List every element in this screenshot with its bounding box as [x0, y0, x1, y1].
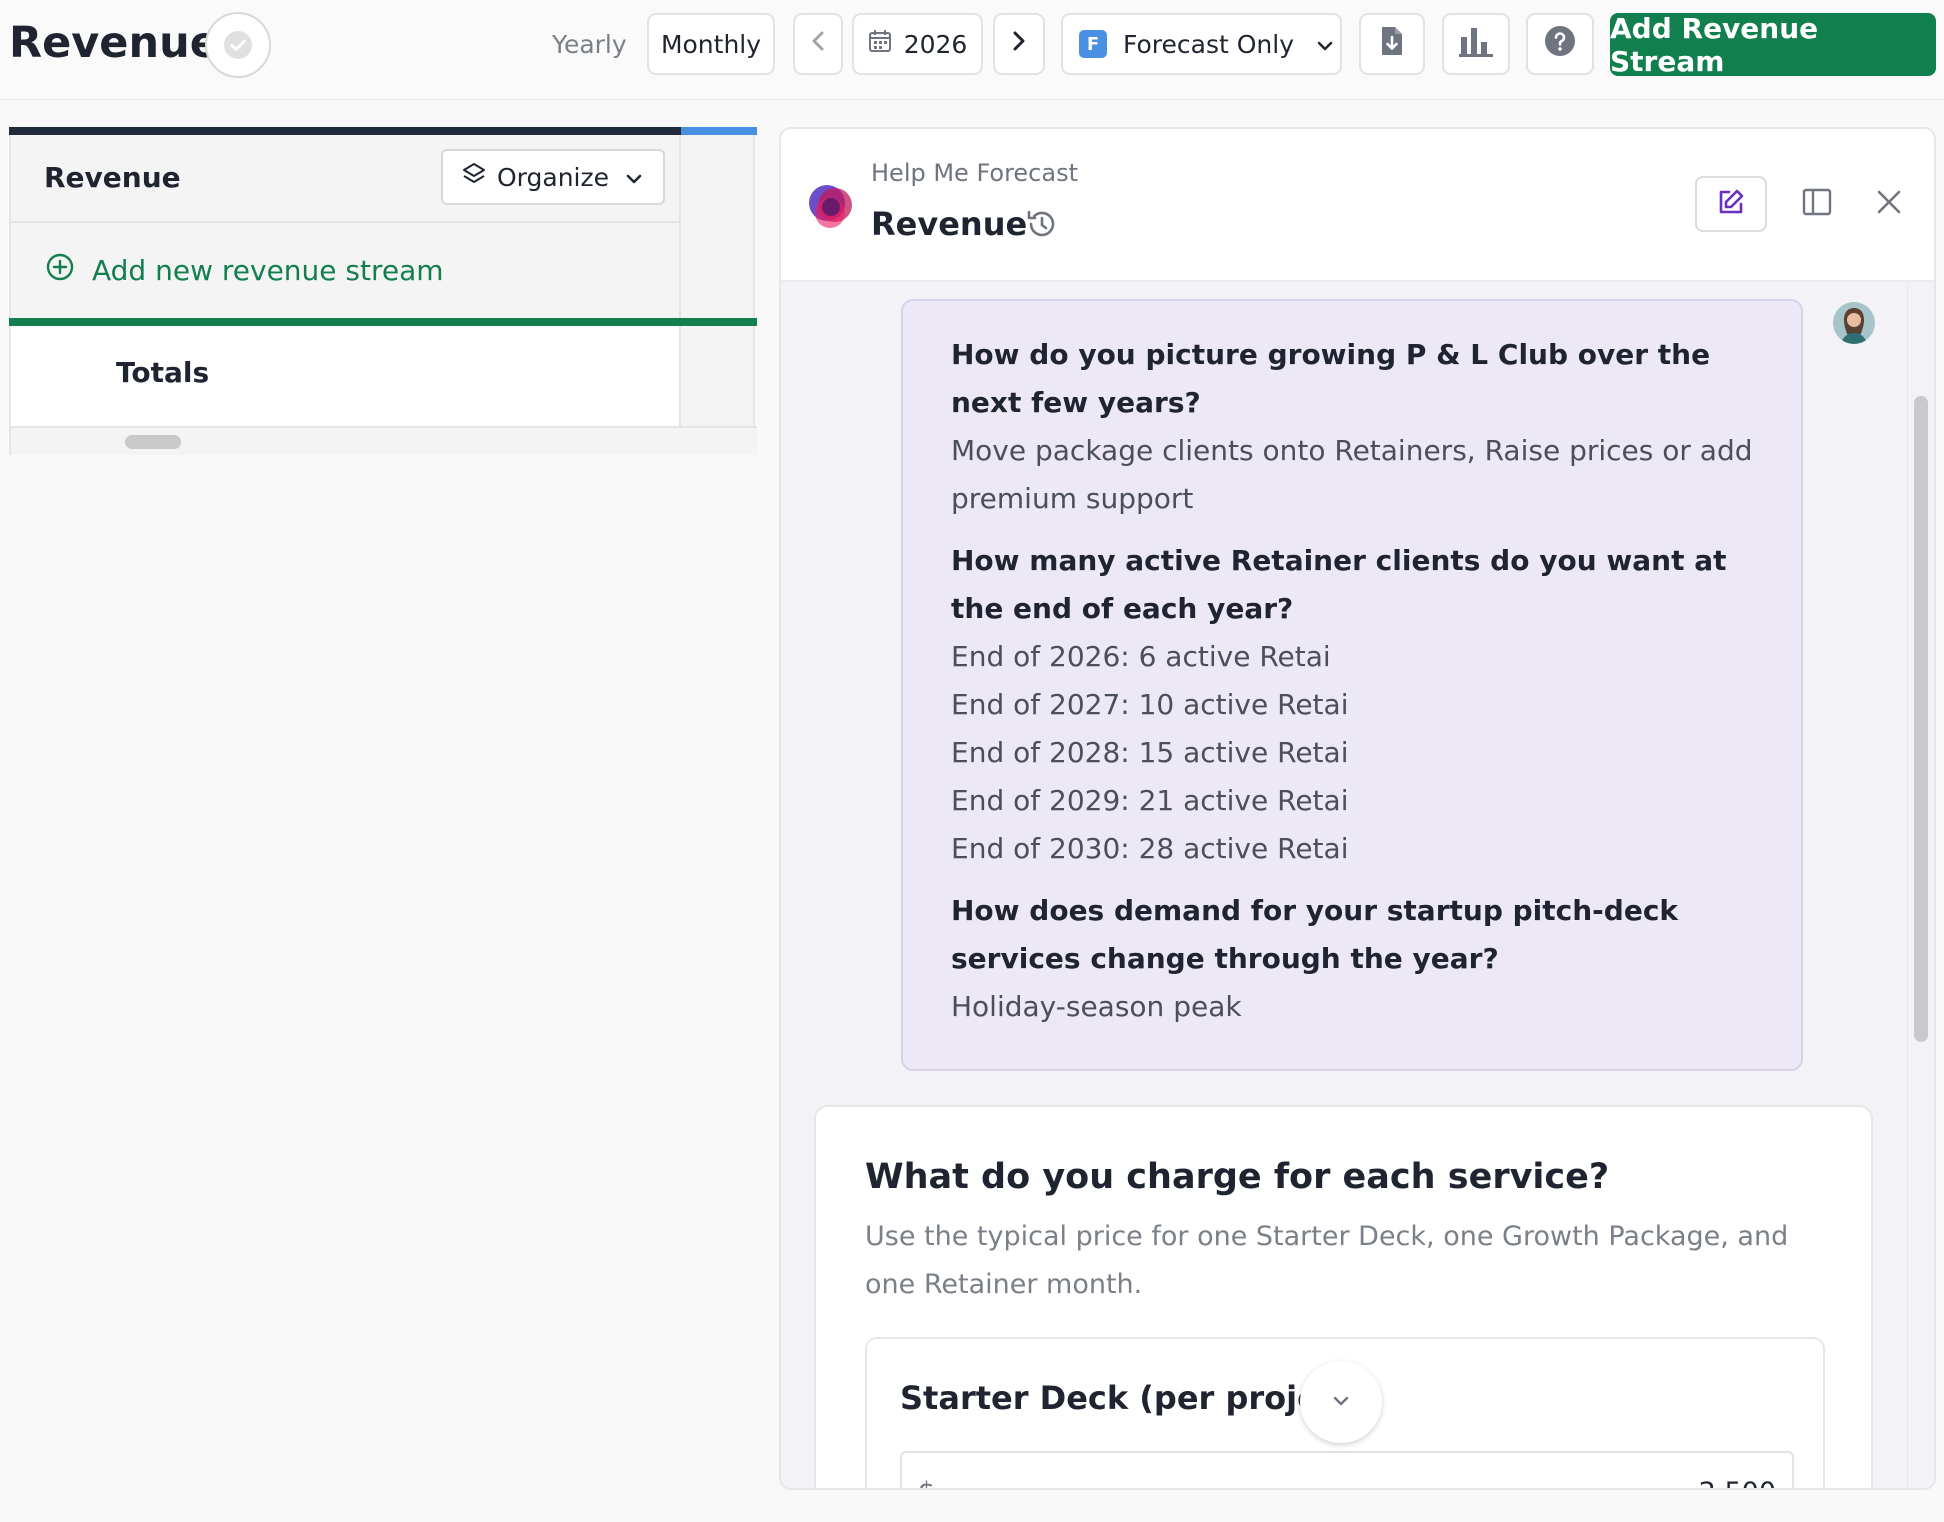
monthly-toggle[interactable]: Monthly	[647, 13, 775, 75]
totals-divider	[9, 318, 757, 326]
edit-icon	[1716, 187, 1746, 221]
horizontal-scrollbar[interactable]	[11, 426, 757, 455]
answer-text: End of 2026: 6 active Retai	[951, 640, 1331, 673]
scenario-label: Forecast Only	[1123, 29, 1294, 59]
chevron-down-icon	[1316, 30, 1334, 59]
history-icon[interactable]	[1025, 207, 1059, 245]
totals-label: Totals	[116, 356, 210, 389]
year-picker[interactable]: 2026	[852, 13, 983, 75]
horizontal-scroll-thumb[interactable]	[125, 435, 181, 449]
next-year-button[interactable]	[993, 13, 1045, 75]
layers-icon	[461, 161, 487, 193]
table-header: Revenue Organize	[11, 135, 681, 223]
help-icon	[1544, 25, 1576, 63]
close-panel-button[interactable]	[1853, 176, 1925, 232]
year-value: 2026	[903, 29, 968, 59]
qa-item: How does demand for your startup pitch-d…	[951, 887, 1753, 1031]
export-button[interactable]	[1359, 13, 1425, 75]
user-answers-bubble: How do you picture growing P & L Club ov…	[901, 299, 1803, 1071]
answer-text: End of 2029: 21 active Retai	[951, 784, 1349, 817]
price-value: 2,500	[1699, 1477, 1776, 1488]
page-title: Revenue	[9, 18, 219, 68]
totals-row: Totals	[11, 326, 681, 426]
edit-button[interactable]	[1695, 176, 1767, 232]
vertical-scroll-thumb[interactable]	[1914, 396, 1928, 1042]
monthly-label: Monthly	[660, 29, 762, 59]
qa-item: How do you picture growing P & L Club ov…	[951, 331, 1753, 523]
yearly-toggle[interactable]: Yearly	[552, 30, 627, 59]
question-text: How many active Retainer clients do you …	[951, 544, 1727, 625]
calendar-icon	[868, 28, 892, 60]
revenue-table: Revenue Organize Add new revenue stream …	[9, 127, 757, 455]
pricing-question-card: What do you charge for each service? Use…	[814, 1105, 1873, 1488]
organize-label: Organize	[497, 162, 609, 192]
price-field-label: Starter Deck (per project)	[900, 1379, 1368, 1417]
panel-title: Revenue	[871, 205, 1028, 243]
table-top-border	[9, 127, 681, 135]
card-title: What do you charge for each service?	[865, 1157, 1610, 1197]
bar-chart-icon	[1459, 25, 1493, 63]
plus-circle-icon	[46, 253, 74, 288]
panel-header: Help Me Forecast Revenue	[781, 129, 1934, 282]
answer-text: Holiday-season peak	[951, 990, 1242, 1023]
chart-view-button[interactable]	[1442, 13, 1510, 75]
assistant-logo-icon	[805, 181, 857, 231]
top-bar: Revenue Yearly Monthly 2026 F Forecast O…	[0, 0, 1944, 100]
download-file-icon	[1379, 25, 1405, 63]
starter-deck-price-input[interactable]: $ 2,500	[900, 1451, 1794, 1488]
conversation-area: How do you picture growing P & L Club ov…	[781, 282, 1934, 1488]
add-revenue-stream-button[interactable]: Add Revenue Stream	[1610, 12, 1936, 78]
avatar	[1833, 302, 1875, 344]
currency-symbol: $	[918, 1477, 935, 1488]
answer-text: End of 2027: 10 active Retai	[951, 688, 1349, 721]
table-title: Revenue	[44, 161, 181, 194]
panel-subtitle: Help Me Forecast	[871, 159, 1078, 187]
organize-button[interactable]: Organize	[441, 149, 665, 205]
chevron-left-icon	[809, 29, 827, 59]
check-circle-icon[interactable]	[205, 12, 271, 78]
chevron-right-icon	[1010, 29, 1028, 59]
card-description: Use the typical price for one Starter De…	[865, 1221, 1789, 1300]
answer-text: Move package clients onto Retainers, Rai…	[951, 434, 1753, 515]
add-stream-label: Add new revenue stream	[92, 254, 444, 287]
close-icon	[1875, 188, 1903, 220]
answer-text: End of 2030: 28 active Retai	[951, 832, 1349, 865]
sidebar-layout-icon	[1802, 187, 1832, 221]
scenario-select[interactable]: F Forecast Only	[1061, 13, 1342, 75]
starter-deck-price-section: Starter Deck (per project) $ 2,500	[865, 1337, 1825, 1488]
previous-year-button[interactable]	[793, 13, 843, 75]
chevron-down-icon	[1331, 1393, 1351, 1412]
help-button[interactable]	[1526, 13, 1594, 75]
qa-item: How many active Retainer clients do you …	[951, 537, 1753, 873]
add-new-revenue-stream-link[interactable]: Add new revenue stream	[11, 223, 681, 318]
question-text: How does demand for your startup pitch-d…	[951, 894, 1679, 975]
chevron-down-icon	[625, 163, 643, 192]
forecast-assistant-panel: Help Me Forecast Revenue How do you pict…	[779, 127, 1936, 1490]
table-top-border-accent	[681, 127, 757, 135]
question-text: How do you picture growing P & L Club ov…	[951, 338, 1711, 419]
answer-text: End of 2028: 15 active Retai	[951, 736, 1349, 769]
scenario-badge: F	[1079, 30, 1107, 58]
dock-panel-button[interactable]	[1781, 176, 1853, 232]
collapse-button[interactable]	[1300, 1361, 1382, 1443]
